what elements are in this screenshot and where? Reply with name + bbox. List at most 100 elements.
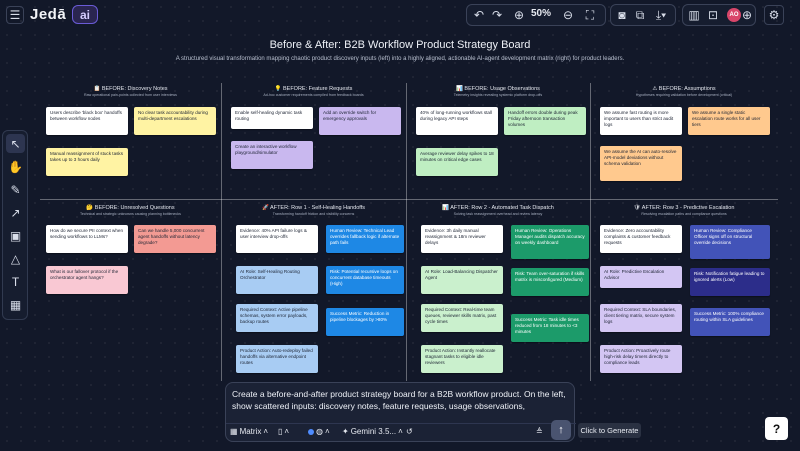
sticky-note[interactable]: Can we handle 5,000 concurrent agent han… — [134, 225, 216, 253]
model-label: Gemini 3.5... — [350, 427, 397, 436]
layout-label: Matrix — [239, 427, 262, 436]
sticky-note[interactable]: Success Metric: 100% compliance routing … — [690, 308, 770, 336]
globe-icon: ◍ — [316, 427, 323, 436]
sticky-note[interactable]: Average reviewer delay spikes to 18 minu… — [416, 148, 498, 176]
column-header: 💡 BEFORE: Feature Requests Ad-hoc custome… — [263, 86, 364, 97]
chevron-up-icon: ˄ — [324, 427, 330, 436]
sticky-note[interactable]: Evidence: 3h daily manual reassignment &… — [421, 225, 503, 253]
zoom-in-icon[interactable]: ⊕ — [511, 7, 527, 23]
fit-icon[interactable]: ⛶ — [582, 7, 598, 23]
sparkle-icon: ✦ — [342, 427, 349, 436]
sticky-note[interactable]: We assume the AI can auto-resolve API-mo… — [600, 146, 682, 181]
prompt-panel: Create a before-and-after product strate… — [225, 382, 576, 442]
sticky-note[interactable]: Human Review: Compliance Officer signs o… — [690, 225, 770, 259]
sticky-note[interactable]: AI Role: Self-Healing Routing Orchestrat… — [236, 266, 318, 294]
history-icon[interactable]: ↺ — [406, 427, 413, 436]
sticky-note[interactable]: No clear task accountability during mult… — [134, 107, 216, 135]
grid-divider — [40, 199, 778, 200]
sticky-note[interactable]: Handoff errors double during peak Friday… — [504, 107, 586, 135]
sticky-note[interactable]: Product Action: Proactively route high-r… — [600, 345, 682, 373]
collapse-icon[interactable]: ≜ — [536, 427, 543, 436]
ai-toggle-button[interactable]: ai — [72, 5, 98, 24]
download-icon[interactable]: ⤓▾ — [650, 7, 672, 23]
column-header: 📊 BEFORE: Usage Observations Telemetry in… — [453, 86, 543, 97]
share-icon[interactable]: ⊡ — [705, 7, 721, 23]
grid-divider — [406, 83, 407, 381]
sticky-note[interactable]: Enable self-healing dynamic task routing — [231, 107, 313, 129]
sticky-note[interactable]: Risk: Team over-saturation if skills mat… — [511, 268, 589, 296]
add-user-icon[interactable]: ⊕ — [741, 7, 753, 23]
image-icon[interactable]: ▣ — [6, 226, 25, 245]
sticky-note[interactable]: Human Review: Operations Manager audits … — [511, 225, 589, 259]
avatar[interactable]: AO — [727, 8, 741, 22]
text-icon[interactable]: T — [6, 272, 25, 291]
prompt-options-bar: ▦ Matrix ˄ ▯ ˄ ◍ ˄ ✦ Gemini 3.5... ˄ ↺ ≜ — [226, 423, 576, 441]
board-subtitle[interactable]: A structured visual transformation mappi… — [0, 56, 800, 62]
hand-icon[interactable]: ✋ — [6, 157, 25, 176]
generate-tooltip: Click to Generate — [578, 423, 641, 438]
app-logo[interactable]: Jedā — [30, 6, 66, 23]
grid-icon: ▦ — [230, 427, 238, 436]
sticky-note[interactable]: Risk: Potential recursive loops on concu… — [326, 266, 404, 294]
sticky-note[interactable]: Add an override switch for emergency app… — [319, 107, 401, 135]
sticky-note[interactable]: Product Action: Instantly reallocate sta… — [421, 345, 503, 373]
undo-icon[interactable]: ↶ — [471, 7, 487, 23]
sticky-note[interactable]: Required Context: Active pipeline schema… — [236, 304, 318, 332]
camera-icon[interactable]: ◙ — [614, 7, 630, 23]
chevron-up-icon: ˄ — [398, 427, 403, 436]
frame-icon: ▯ — [278, 427, 283, 436]
sticky-note[interactable]: We assume a single static escalation rou… — [688, 107, 770, 135]
chevron-up-icon: ˄ — [263, 427, 269, 436]
sticky-note[interactable]: Success Metric: Task idle times reduced … — [511, 314, 589, 342]
pen-icon[interactable]: ✎ — [6, 180, 25, 199]
select-icon[interactable]: ↖ — [6, 134, 25, 153]
send-button[interactable]: ↑ — [551, 420, 571, 440]
grid-divider — [590, 83, 591, 381]
zoom-out-icon[interactable]: ⊖ — [560, 7, 576, 23]
sticky-note[interactable]: Required Context: Real-time team queues,… — [421, 304, 503, 332]
sticky-note[interactable]: Risk: Notification fatigue leading to ig… — [690, 268, 770, 296]
sticky-note[interactable]: Required Context: SLA boundaries, client… — [600, 304, 682, 332]
redo-icon[interactable]: ↷ — [489, 7, 505, 23]
arrow-icon[interactable]: ↗ — [6, 203, 25, 222]
help-button[interactable]: ? — [765, 417, 788, 440]
sticky-note[interactable]: 40% of long-running workflows stall duri… — [416, 107, 498, 135]
sticky-note[interactable]: Evidence: Zero accountability complaints… — [600, 225, 682, 253]
sticky-note[interactable]: Users describe 'black box' handoffs betw… — [46, 107, 128, 135]
style-select[interactable]: ◍ ˄ — [308, 427, 330, 436]
column-header: 📊 AFTER: Row 2 - Automated Task Dispatch… — [442, 205, 554, 216]
sticky-note[interactable]: Human Review: Technical Lead overrides f… — [326, 225, 404, 253]
grid-divider — [221, 83, 222, 381]
sticky-note[interactable]: How do we secure PII context when sendin… — [46, 225, 128, 253]
shapes-icon[interactable]: △ — [6, 249, 25, 268]
frame-select[interactable]: ▯ ˄ — [278, 427, 289, 436]
sticky-note[interactable]: Create an interactive workflow playgroun… — [231, 141, 313, 169]
sticky-note[interactable]: What is our fallover protocol if the orc… — [46, 266, 128, 294]
left-toolbar: ↖ ✋ ✎ ↗ ▣ △ T ▦ — [2, 130, 28, 320]
panel-icon[interactable]: ▥ — [686, 7, 702, 23]
chevron-up-icon: ˄ — [284, 427, 290, 436]
sticky-note[interactable]: Manual reassignment of stuck tasks takes… — [46, 148, 128, 176]
column-header: ⚠ BEFORE: Assumptions Hypotheses requirin… — [635, 86, 733, 97]
column-header: 🚀 AFTER: Row 1 - Self-Healing Handoffs Tr… — [261, 205, 366, 216]
sticky-note[interactable]: Evidence: 40% API failure logs & user in… — [236, 225, 318, 253]
settings-icon[interactable]: ⚙ — [764, 5, 784, 25]
menu-icon[interactable]: ☰ — [6, 6, 24, 24]
column-header: 🛡 AFTER: Row 3 - Predictive Escalation Re… — [633, 205, 735, 216]
top-toolbar: ☰ Jedā ai ↶ ↷ ⊕ 50% ⊖ ⛶ ◙ ⧉ ⤓▾ ▥ ⊡ AO ⊕ … — [0, 0, 800, 30]
layout-select[interactable]: ▦ Matrix ˄ — [230, 427, 268, 436]
model-select[interactable]: ✦ Gemini 3.5... ˄ — [342, 427, 403, 436]
sticky-note[interactable]: Success Metric: Reduction in pipeline bl… — [326, 308, 404, 336]
sticky-note[interactable]: AI Role: Predictive Escalation Advisor — [600, 266, 682, 288]
board-title[interactable]: Before & After: B2B Workflow Product Str… — [0, 39, 800, 51]
grid-icon[interactable]: ▦ — [6, 295, 25, 314]
sticky-note[interactable]: AI Role: Load-Balancing Dispatcher Agent — [421, 266, 503, 294]
copy-icon[interactable]: ⧉ — [632, 7, 648, 23]
send-icon: ↑ — [558, 424, 564, 436]
zoom-level[interactable]: 50% — [531, 8, 551, 19]
color-dot-icon — [308, 428, 314, 435]
sticky-note[interactable]: We assume fast routing is more important… — [600, 107, 682, 135]
column-header: 📋 BEFORE: Discovery Notes Raw operational… — [84, 86, 177, 97]
prompt-input[interactable]: Create a before-and-after product strate… — [232, 388, 566, 414]
sticky-note[interactable]: Product Action: Auto-redeploy failed han… — [236, 345, 318, 373]
